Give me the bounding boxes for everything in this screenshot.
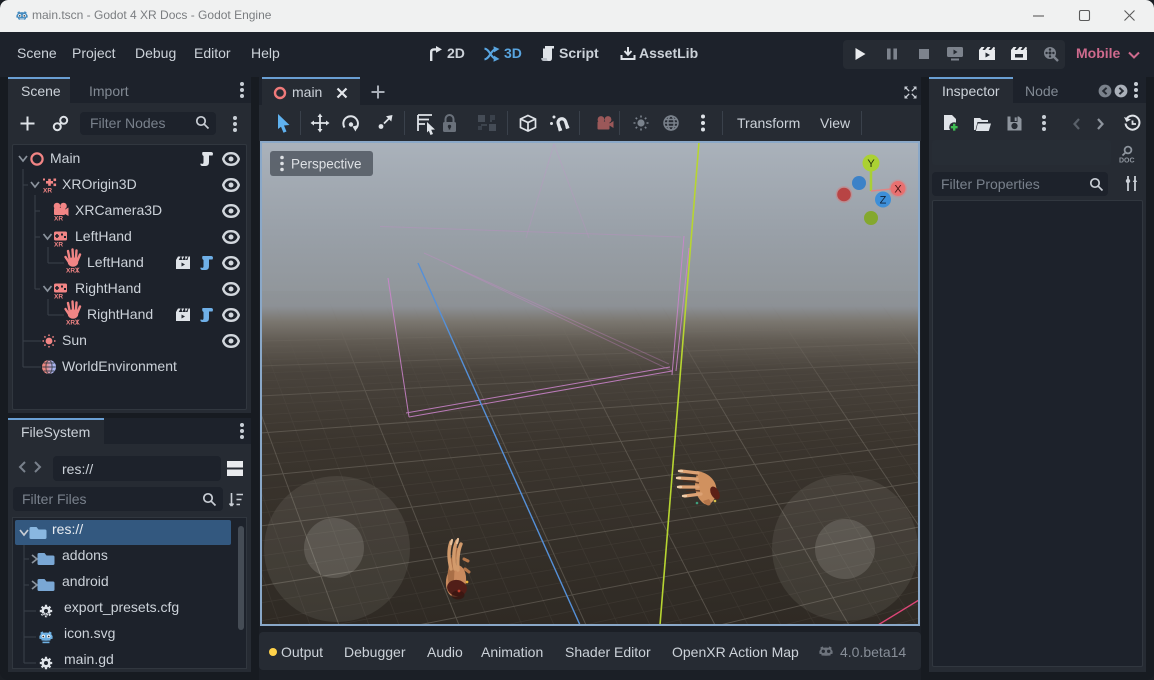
svg-text:DOC: DOC: [1119, 158, 1135, 165]
svg-text:XR𝈙: XR𝈙: [66, 319, 81, 327]
svg-text:Z: Z: [880, 195, 887, 207]
svg-text:XR𝈙: XR𝈙: [66, 267, 81, 275]
svg-text:Y: Y: [867, 158, 875, 170]
svg-text:X: X: [894, 184, 902, 196]
svg-text:TAT: TAT: [42, 613, 50, 618]
svg-text:XR: XR: [54, 216, 63, 223]
svg-text:Perspective: Perspective: [291, 157, 362, 172]
svg-text:XR: XR: [43, 188, 52, 195]
svg-text:XR: XR: [54, 294, 63, 301]
svg-text:XR: XR: [54, 242, 63, 249]
